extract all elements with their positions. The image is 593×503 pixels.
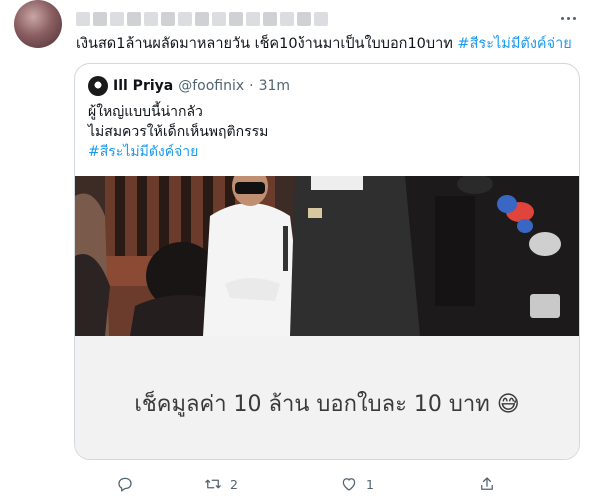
share-icon: [481, 477, 493, 490]
quoted-line: ผู้ใหญ่แบบนี้น่ากลัว: [88, 104, 203, 120]
quoted-media-photo[interactable]: [75, 176, 579, 336]
media-scene: [75, 176, 579, 336]
author-avatar[interactable]: [14, 0, 62, 48]
tweet-hashtag[interactable]: #สีระไม่มีตังค์จ่าย: [457, 36, 571, 52]
tweet-text: เงินสด1ล้านผลัดมาหลายวัน เช็ค10ง้านมาเป็…: [76, 34, 572, 54]
quoted-separator: ·: [249, 78, 254, 94]
media-caption-text: เช็คมูลค่า 10 ล้าน บอกใบละ 10 บาท 😅: [134, 392, 520, 417]
retweet-button[interactable]: 2: [204, 472, 238, 496]
reply-icon: [118, 477, 132, 492]
like-count: 1: [366, 476, 374, 492]
retweet-count: 2: [230, 476, 238, 492]
tweet-actions: 2 1: [74, 472, 580, 496]
quoted-header: Ill Priya @foofinix · 31m: [88, 76, 290, 96]
author-name-blurred[interactable]: [76, 10, 328, 28]
quoted-name[interactable]: Ill Priya: [113, 78, 173, 94]
share-button[interactable]: [478, 472, 496, 496]
quoted-media-caption: เช็คมูลค่า 10 ล้าน บอกใบละ 10 บาท 😅: [75, 336, 579, 459]
quoted-time[interactable]: 31m: [259, 78, 290, 94]
quoted-line[interactable]: #สีระไม่มีตังค์จ่าย: [88, 142, 268, 162]
more-icon[interactable]: [555, 8, 581, 28]
quoted-avatar[interactable]: [88, 76, 108, 96]
quoted-text: ผู้ใหญ่แบบนี้น่ากลัว ไม่สมควรให้เด็กเห็น…: [88, 102, 268, 162]
reply-button[interactable]: [116, 472, 142, 496]
like-icon: [342, 478, 356, 491]
retweet-icon: [205, 479, 221, 489]
tweet-body: เงินสด1ล้านผลัดมาหลายวัน เช็ค10ง้านมาเป็…: [76, 36, 453, 52]
quoted-tweet[interactable]: Ill Priya @foofinix · 31m ผู้ใหญ่แบบนี้น…: [74, 63, 580, 460]
quoted-line: ไม่สมควรให้เด็กเห็นพฤติกรรม: [88, 124, 269, 140]
like-button[interactable]: 1: [340, 472, 374, 496]
quoted-handle[interactable]: @foofinix: [178, 78, 244, 94]
